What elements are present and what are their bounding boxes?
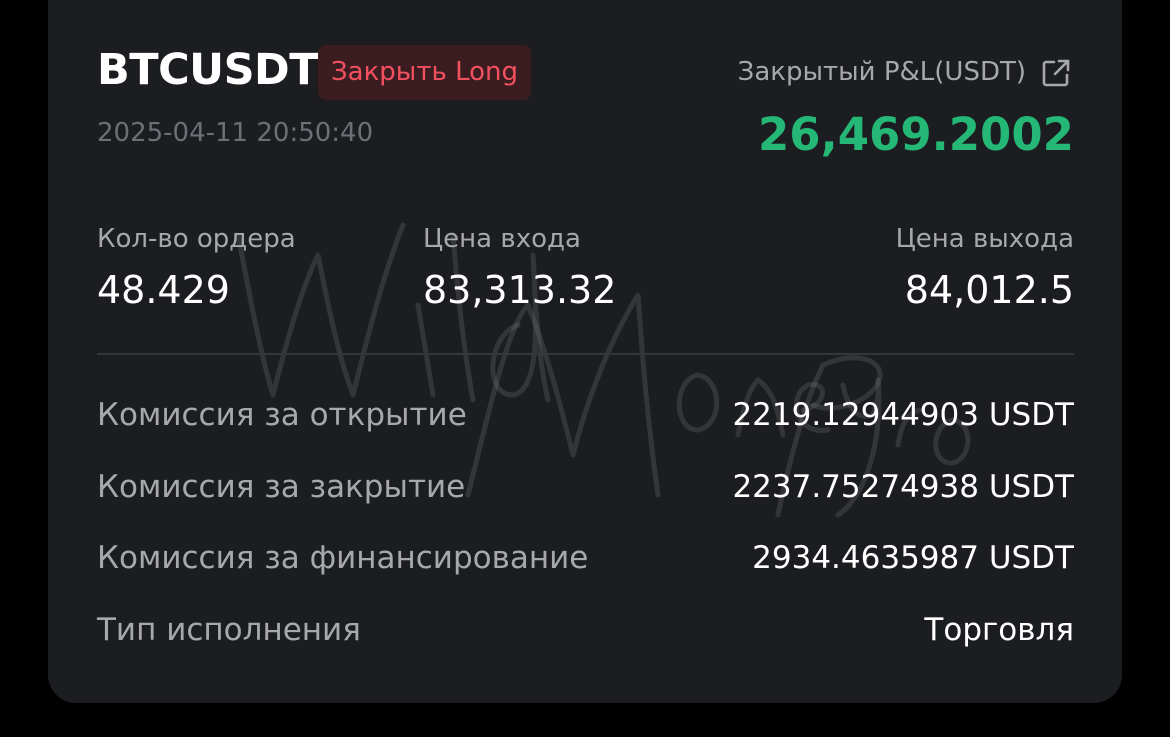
funding-fee-value: 2934.4635987 USDT (752, 540, 1074, 576)
entry-price-value: 83,313.32 (423, 268, 617, 312)
funding-fee-label: Комиссия за финансирование (97, 540, 589, 576)
execution-type-row: Тип исполнения Торговля (97, 612, 1074, 656)
exit-price-label: Цена выхода (895, 224, 1074, 254)
divider (97, 353, 1074, 355)
exit-price-value: 84,012.5 (904, 268, 1074, 312)
trade-datetime: 2025-04-11 20:50:40 (97, 118, 374, 148)
opening-fee-value: 2219.12944903 USDT (732, 397, 1074, 433)
closing-fee-label: Комиссия за закрытие (97, 469, 466, 505)
entry-price-label: Цена входа (423, 224, 581, 254)
opening-fee-label: Комиссия за открытие (97, 397, 467, 433)
execution-type-value: Торговля (924, 612, 1074, 648)
closed-pnl-label: Закрытый P&L(USDT) (737, 57, 1026, 87)
funding-fee-row: Комиссия за финансирование 2934.4635987 … (97, 540, 1074, 584)
execution-type-label: Тип исполнения (97, 612, 361, 648)
trade-symbol: BTCUSDT (97, 45, 319, 95)
closed-pnl-value: 26,469.2002 (758, 108, 1074, 161)
external-link-icon[interactable] (1040, 57, 1072, 89)
trade-card: BTCUSDT Закрыть Long 2025-04-11 20:50:40… (48, 0, 1122, 703)
order-qty-value: 48.429 (97, 268, 230, 312)
opening-fee-row: Комиссия за открытие 2219.12944903 USDT (97, 397, 1074, 441)
close-long-badge: Закрыть Long (318, 45, 531, 100)
order-qty-label: Кол-во ордера (97, 224, 296, 254)
closing-fee-row: Комиссия за закрытие 2237.75274938 USDT (97, 469, 1074, 513)
closing-fee-value: 2237.75274938 USDT (732, 469, 1074, 505)
